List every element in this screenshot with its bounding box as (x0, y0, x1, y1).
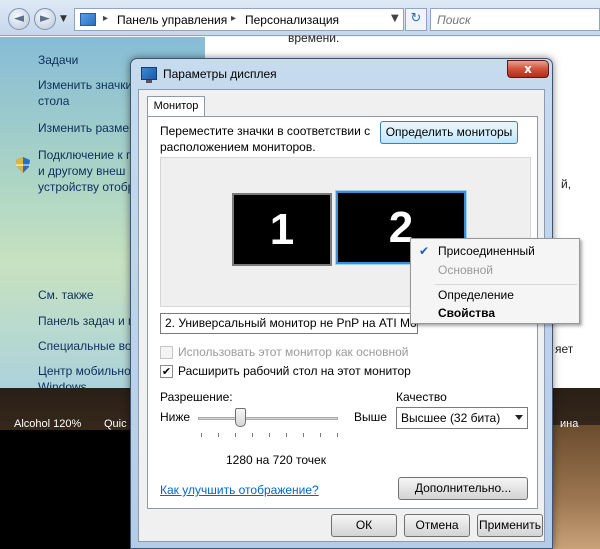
forward-button[interactable]: ► (34, 8, 56, 30)
back-arrow-icon: ◄ (14, 11, 24, 26)
extend-desktop-label: Расширить рабочий стол на этот монитор (178, 364, 411, 378)
resolution-label: Разрешение: (160, 390, 233, 404)
slider-higher-label: Выше (354, 410, 387, 424)
dialog-titlebar[interactable]: Параметры дисплея x (131, 59, 552, 89)
desktop-icon-quick[interactable]: Quic (104, 418, 127, 430)
search-input[interactable] (431, 9, 599, 30)
advanced-button[interactable]: Дополнительно... (398, 477, 528, 500)
slider-tick (201, 433, 202, 437)
resolution-slider-track[interactable] (198, 417, 338, 420)
monitor-1-tile[interactable]: 1 (232, 193, 332, 266)
desktop-wallpaper-area (548, 425, 600, 549)
refresh-icon: ↻ (410, 11, 422, 26)
resolution-value: 1280 на 720 точек (226, 453, 326, 467)
slider-tick (286, 433, 287, 437)
uac-shield-icon (16, 157, 30, 173)
menu-separator (435, 284, 577, 285)
connect-display-link-cont[interactable]: и другому внеш (38, 163, 125, 179)
change-icons-link[interactable]: Изменить значки (38, 77, 132, 93)
primary-monitor-checkbox (160, 346, 173, 359)
see-also-heading: См. также (38, 288, 94, 302)
connect-display-link[interactable]: Подключение к п (38, 147, 133, 163)
desktop-dark-area (0, 430, 130, 549)
slider-tick (303, 433, 304, 437)
checkmark-icon: ✔ (161, 365, 172, 378)
breadcrumb-separator-icon[interactable]: ▸ (231, 13, 236, 24)
ok-button[interactable]: ОК (331, 514, 397, 537)
forward-arrow-icon: ► (40, 11, 50, 26)
slider-tick (337, 433, 338, 437)
display-settings-icon (141, 67, 157, 83)
menu-item-attached[interactable]: Присоединенный (438, 244, 535, 258)
main-text-fragment: яет (555, 342, 574, 356)
main-text-fragment: й, (561, 177, 572, 191)
dialog-title: Параметры дисплея (163, 67, 277, 81)
dropdown-arrow-icon (515, 415, 523, 420)
primary-monitor-label: Использовать этот монитор как основной (178, 345, 409, 359)
help-link[interactable]: Как улучшить отображение? (160, 483, 319, 497)
cancel-button[interactable]: Отмена (404, 514, 470, 537)
slider-lower-label: Ниже (160, 410, 191, 424)
menu-item-properties[interactable]: Свойства (438, 306, 495, 320)
color-quality-select[interactable]: Высшее (32 бита) (396, 407, 528, 429)
slider-tick (320, 433, 321, 437)
slider-tick (252, 433, 253, 437)
breadcrumb-control-panel[interactable]: Панель управления (117, 13, 227, 27)
tasks-heading: Задачи (38, 53, 79, 67)
tab-monitor[interactable]: Монитор (147, 96, 205, 117)
main-text-fragment: времени. (288, 31, 340, 45)
control-panel-icon (80, 13, 96, 26)
instruction-line: расположением мониторов. (160, 140, 316, 154)
slider-tick (235, 433, 236, 437)
address-dropdown-icon[interactable]: ▼ (391, 13, 399, 24)
arrange-instructions: Переместите значки в соответствии с расп… (160, 123, 375, 155)
check-icon: ✔ (419, 244, 430, 258)
monitor-select[interactable]: 2. Универсальный монитор не PnP на ATI M… (160, 313, 418, 334)
taskbar-link[interactable]: Панель задач и м (38, 313, 136, 329)
connect-display-link-cont2[interactable]: устройству отобр (38, 179, 134, 195)
breadcrumb-personalization[interactable]: Персонализация (245, 13, 339, 27)
desktop-icon-alcohol[interactable]: Alcohol 120% (14, 418, 81, 430)
desktop-text-fragment: ина (560, 418, 579, 430)
close-icon: x (524, 62, 532, 76)
slider-tick (269, 433, 270, 437)
close-button[interactable]: x (507, 60, 549, 78)
menu-item-identify[interactable]: Определение (438, 288, 514, 302)
breadcrumb-separator-icon[interactable]: ▸ (103, 13, 108, 24)
extend-desktop-checkbox[interactable]: ✔ (160, 365, 173, 378)
instruction-line: Переместите значки в соответствии с (160, 124, 371, 138)
change-icons-link-cont[interactable]: стола (38, 93, 69, 109)
identify-monitors-button[interactable]: Определить мониторы (380, 121, 518, 144)
slider-tick (218, 433, 219, 437)
apply-button[interactable]: Применить (477, 514, 543, 537)
color-quality-value: Высшее (32 бита) (401, 411, 501, 425)
mobility-center-link[interactable]: Центр мобильно (38, 363, 131, 379)
search-box[interactable] (430, 8, 600, 31)
back-button[interactable]: ◄ (8, 8, 30, 30)
refresh-button[interactable]: ↻ (405, 8, 427, 31)
menu-item-primary: Основной (438, 263, 494, 277)
accessibility-link[interactable]: Специальные воз (38, 338, 137, 354)
address-field[interactable]: ▸ Панель управления ▸ Персонализация ▼ (74, 8, 404, 31)
change-size-link[interactable]: Изменить размер (38, 120, 136, 136)
history-dropdown-icon[interactable]: ▼ (60, 14, 67, 24)
resolution-slider-thumb[interactable] (235, 408, 246, 427)
monitor-context-menu: ✔ Присоединенный Основной Определение Св… (410, 238, 580, 324)
